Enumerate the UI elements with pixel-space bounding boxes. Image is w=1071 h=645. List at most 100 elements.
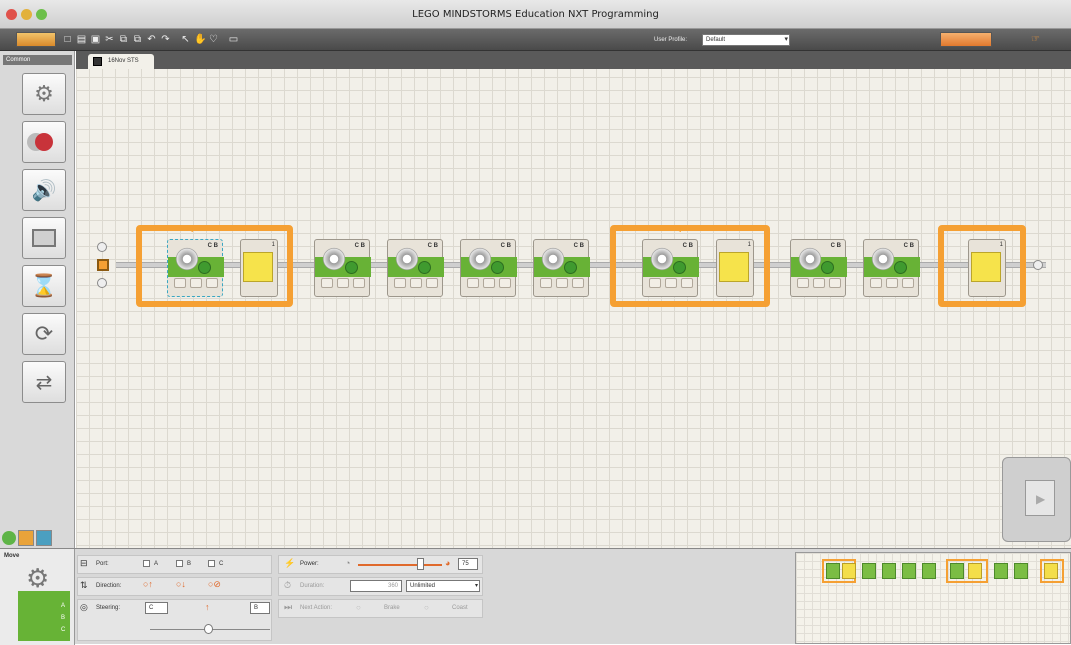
comment-tool-icon[interactable]: ♡ <box>208 32 219 47</box>
power-slider-thumb[interactable] <box>417 558 424 570</box>
palette-move-block[interactable]: ⚙ <box>22 73 66 115</box>
ports-label: C B <box>354 243 365 249</box>
duration-unit-value: Unlimited <box>410 583 436 589</box>
loop-arrow-icon: ◀ <box>674 223 681 233</box>
new-file-icon[interactable]: □ <box>62 32 73 47</box>
duration-unit-select[interactable]: Unlimited ▾ <box>406 580 480 592</box>
palette-loop-block[interactable]: ⟳ <box>22 313 66 355</box>
port-b-checkbox[interactable] <box>176 560 183 567</box>
touch-sensor-icon <box>719 252 749 282</box>
program-canvas[interactable]: 16Nov STS ◀ C B 1 C B C B C B C B ◀ C B … <box>76 51 1071 548</box>
move-block-8[interactable]: C B <box>863 239 920 297</box>
ports-label: C B <box>573 243 584 249</box>
palette-sound-block[interactable]: 🔊 <box>22 169 66 211</box>
coast-radio[interactable]: ○ <box>424 603 429 612</box>
save-icon[interactable]: ▣ <box>90 32 101 47</box>
palette-display-block[interactable] <box>22 217 66 259</box>
brake-label: Brake <box>384 605 400 611</box>
move-block-1[interactable]: C B <box>167 239 224 297</box>
tab-strip: 16Nov STS <box>76 51 1071 69</box>
power-input[interactable]: 75 <box>458 558 478 570</box>
ports-label: C B <box>500 243 511 249</box>
port-status-b: B <box>61 615 66 621</box>
open-file-icon[interactable]: ▤ <box>76 32 87 47</box>
wait-block-2[interactable]: 1 <box>716 239 754 297</box>
wait-block-3[interactable]: 1 <box>968 239 1006 297</box>
gears-icon <box>394 246 420 272</box>
move-block-6[interactable]: C B <box>642 239 699 297</box>
duration-label: Duration: <box>300 583 325 589</box>
block-palette: Common ⚙ 🔊 ⌛ ⟳ ⇄ <box>0 51 75 548</box>
gears-icon <box>321 246 347 272</box>
port-b-label: B <box>187 561 192 567</box>
undo-icon[interactable]: ↶ <box>146 32 157 47</box>
canvas-navigation-pad[interactable]: ▶ <box>1002 457 1071 542</box>
palette-record-play-block[interactable] <box>22 121 66 163</box>
duration-value: 360 <box>387 583 398 589</box>
fast-icon: ◕ <box>445 558 451 568</box>
pointer-tool-icon[interactable]: ↖ <box>180 32 191 47</box>
copy-icon[interactable]: ⧉ <box>118 32 129 47</box>
palette-switch-block[interactable]: ⇄ <box>22 361 66 403</box>
nxt-window-button[interactable] <box>940 32 992 47</box>
tab-program[interactable]: 16Nov STS <box>88 54 154 69</box>
steering-left-select[interactable]: C <box>145 602 168 614</box>
move-block-5[interactable]: C B <box>533 239 590 297</box>
paste-icon[interactable]: ⧉ <box>132 32 143 47</box>
custom-palette-icon[interactable]: ▭ <box>228 32 239 47</box>
end-plug[interactable] <box>1033 260 1043 270</box>
power-slider-track[interactable] <box>358 564 442 566</box>
move-block-7[interactable]: C B <box>790 239 847 297</box>
next-action-icon: ⏭ <box>284 602 293 612</box>
move-block-2[interactable]: C B <box>314 239 371 297</box>
port-a-checkbox[interactable] <box>143 560 150 567</box>
display-icon <box>32 229 56 247</box>
start-plug-top[interactable] <box>97 242 107 252</box>
brake-radio[interactable]: ○ <box>356 603 361 612</box>
start-point-icon[interactable] <box>97 259 109 271</box>
loop-counter: 1 <box>271 242 275 248</box>
user-profile-label: User Profile: <box>654 37 688 43</box>
power-icon: ⚡ <box>284 558 296 568</box>
steering-label: Steering: <box>96 605 121 611</box>
download-run-button[interactable]: ▶ <box>1025 480 1055 516</box>
loop-counter: 1 <box>999 242 1003 248</box>
forward-radio[interactable]: ○↑ <box>143 579 153 589</box>
stop-radio[interactable]: ○⊘ <box>208 579 221 590</box>
loop-icon: ⟳ <box>34 321 54 346</box>
wait-block-1[interactable]: 1 <box>240 239 278 297</box>
common-palette-tab[interactable] <box>2 531 16 545</box>
custom-palette-tab[interactable] <box>36 530 52 546</box>
close-tab-icon[interactable] <box>93 57 102 66</box>
cut-icon[interactable]: ✂ <box>104 32 115 47</box>
move-block-4[interactable]: C B <box>460 239 517 297</box>
steering-slider-thumb[interactable] <box>204 624 213 634</box>
robot-educator-button[interactable] <box>16 32 56 47</box>
user-profile-select[interactable]: Default ▾ <box>702 34 790 46</box>
start-plug-bottom[interactable] <box>97 278 107 288</box>
block-info: Move ⚙ A B C <box>0 549 75 645</box>
backward-radio[interactable]: ○↓ <box>176 579 186 589</box>
speaker-icon: 🔊 <box>31 179 57 202</box>
duration-input[interactable]: 360 <box>350 580 402 592</box>
palette-wait-block[interactable]: ⌛ <box>22 265 66 307</box>
window-title: LEGO MINDSTORMS Education NXT Programmin… <box>412 9 659 20</box>
steering-right-select[interactable]: B <box>250 602 270 614</box>
hourglass-icon: ⌛ <box>30 273 58 298</box>
power-value: 75 <box>462 561 469 567</box>
direction-label: Direction: <box>96 583 122 589</box>
block-name: Move <box>4 553 20 559</box>
up-arrow-icon: ↑ <box>205 602 210 612</box>
program-minimap[interactable] <box>795 552 1071 644</box>
move-block-3[interactable]: C B <box>387 239 444 297</box>
help-icon[interactable]: ☞ <box>1030 32 1041 47</box>
complete-palette-tab[interactable] <box>18 530 34 546</box>
ports-label: C B <box>427 243 438 249</box>
port-c-checkbox[interactable] <box>208 560 215 567</box>
minimap-block <box>842 563 856 579</box>
port-status-a: A <box>61 603 66 609</box>
pan-tool-icon[interactable]: ✋ <box>194 32 206 47</box>
loop-counter: 1 <box>747 242 751 248</box>
redo-icon[interactable]: ↷ <box>160 32 171 47</box>
palette-title: Common <box>3 55 72 65</box>
